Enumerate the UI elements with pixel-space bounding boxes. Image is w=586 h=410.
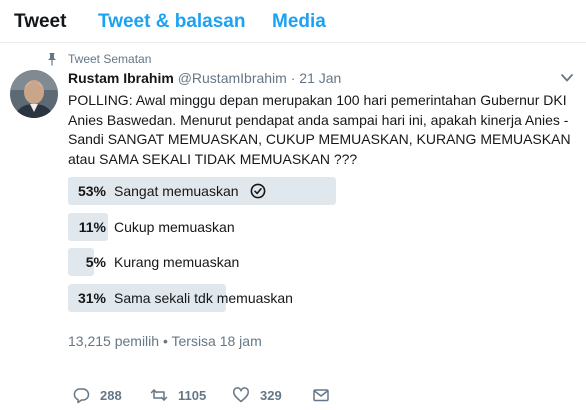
tab-tweet[interactable]: Tweet [14,11,66,33]
poll-meta: 13,215 pemilih • Tersisa 18 jam [68,333,262,349]
poll-label: Sama sekali tdk memuaskan [114,289,293,306]
reply-count: 288 [100,387,122,403]
poll-label: Cukup memuaskan [114,218,235,235]
poll-label: Kurang memuaskan [114,254,240,270]
like-count: 329 [260,387,282,403]
separator-dot: · [290,70,296,86]
like-button[interactable]: 329 [232,385,282,405]
reply-button[interactable]: 288 [72,385,122,405]
heart-icon [233,387,249,403]
poll-percent: 5% [85,254,106,270]
tweet-text: POLLING: Awal minggu depan merupakan 100… [68,92,571,167]
chevron-down-icon[interactable] [560,72,574,84]
check-circle-icon [250,183,266,199]
tweet-header: Rustam Ibrahim @RustamIbrahim · 21 Jan [68,70,341,87]
poll-percent: 11% [78,218,106,235]
poll-choice: 53% Sangat memuaskan [68,177,448,205]
poll-percent: 53% [77,183,106,199]
tweet-date[interactable]: 21 Jan [299,70,341,86]
poll: 53% Sangat memuaskan 11% Cukup memuaskan… [68,177,448,319]
profile-tabs: Tweet Tweet & balasan Media [0,0,586,43]
poll-label: Sangat memuaskan [114,183,239,199]
avatar[interactable] [10,70,58,118]
poll-choice: 11% Cukup memuaskan [68,212,448,241]
poll-choice: 5% Kurang memuaskan [68,248,448,276]
author-name[interactable]: Rustam Ibrahim [68,70,174,86]
pinned-label: Tweet Sematan [68,52,152,66]
direct-message-button[interactable] [312,385,340,405]
retweet-icon [150,389,168,401]
tab-tweet-and-replies[interactable]: Tweet & balasan [98,11,245,33]
reply-icon [73,388,90,404]
pin-icon [48,53,56,66]
poll-percent: 31% [77,289,106,306]
tweet-actions: 288 1105 329 [68,385,568,405]
author-handle[interactable]: @RustamIbrahim [178,70,287,86]
retweet-button[interactable]: 1105 [150,385,206,405]
retweet-count: 1105 [178,387,207,403]
tab-media[interactable]: Media [272,11,326,33]
envelope-icon [313,389,329,402]
poll-choice: 31% Sama sekali tdk memuaskan [68,283,448,312]
